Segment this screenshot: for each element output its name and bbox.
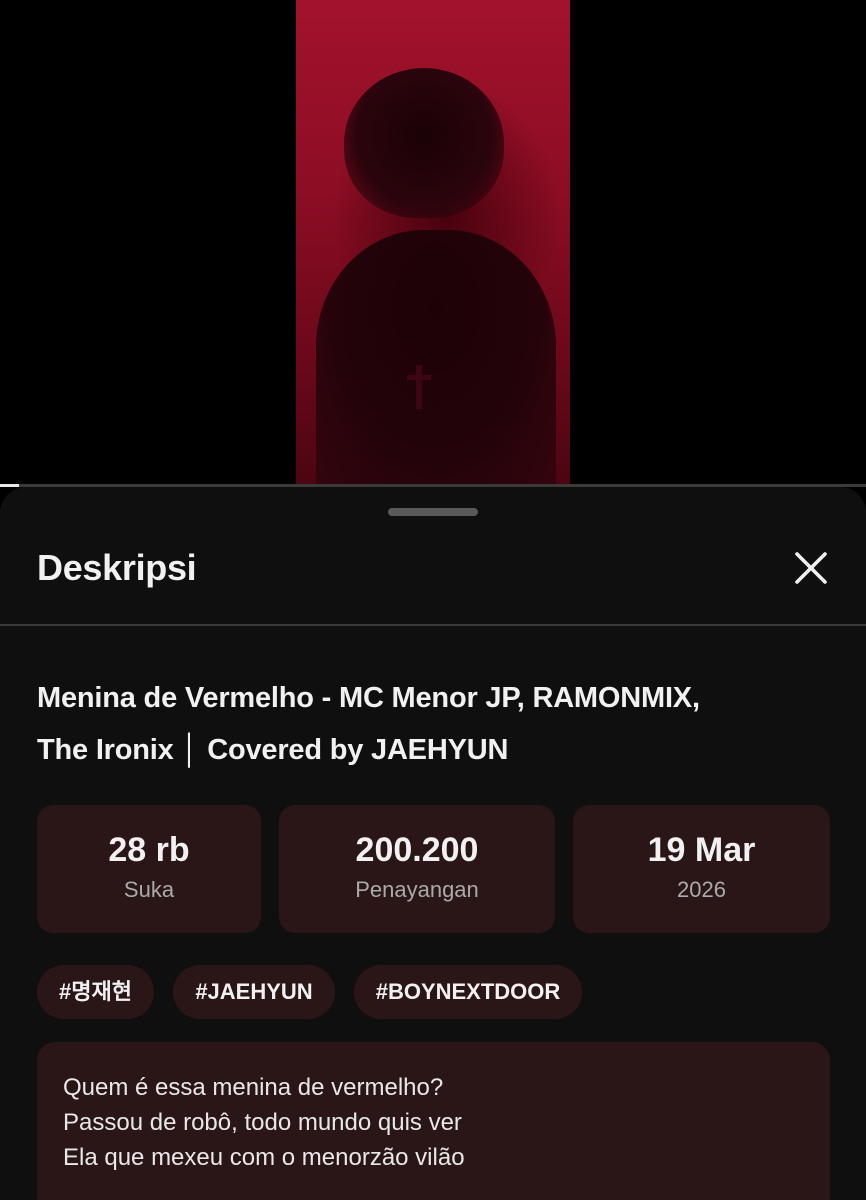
description-line: Ela que mexeu com o menorzão vilão xyxy=(63,1144,465,1171)
drag-handle[interactable] xyxy=(388,508,478,516)
likes-label: Suka xyxy=(123,877,175,902)
views-label: Penayangan xyxy=(355,877,479,902)
close-icon xyxy=(795,552,827,584)
hashtag-chip[interactable]: #JAEHYUN xyxy=(173,965,335,1019)
date-stat: 19 Mar 2026 xyxy=(573,805,830,933)
hashtag-chip[interactable]: #명재현 xyxy=(37,965,154,1019)
description-line: Quem é essa menina de vermelho? xyxy=(63,1074,444,1101)
playback-progress-fill xyxy=(0,484,20,487)
description-line: Passou de robô, todo mundo quis ver xyxy=(63,1109,462,1136)
views-stat: 200.200 Penayangan xyxy=(279,805,555,933)
stats-row: 28 rb Suka 200.200 Penayangan 19 Mar 202… xyxy=(37,805,830,933)
video-subject-head xyxy=(344,68,504,218)
description-text-box: Quem é essa menina de vermelho? Passou d… xyxy=(37,1042,830,1200)
description-sheet: Deskripsi Menina de Vermelho - MC Menor … xyxy=(0,487,866,1200)
likes-stat: 28 rb Suka xyxy=(37,805,261,933)
video-player[interactable] xyxy=(0,0,866,487)
sheet-title: Deskripsi xyxy=(37,547,197,588)
upload-year: 2026 xyxy=(677,877,726,902)
close-button[interactable] xyxy=(786,543,836,593)
video-title-line: The Ironix │ Covered by JAEHYUN xyxy=(37,734,509,766)
views-count: 200.200 xyxy=(355,831,479,869)
video-title: Menina de Vermelho - MC Menor JP, RAMONM… xyxy=(37,672,837,776)
video-title-line: Menina de Vermelho - MC Menor JP, RAMONM… xyxy=(37,682,700,714)
likes-count: 28 rb xyxy=(108,831,190,869)
cross-pendant xyxy=(407,365,431,409)
video-frame xyxy=(296,0,570,484)
hashtag-chip[interactable]: #BOYNEXTDOOR xyxy=(354,965,582,1019)
divider xyxy=(0,624,866,626)
video-subject-body xyxy=(316,230,556,484)
upload-date: 19 Mar xyxy=(647,831,756,869)
